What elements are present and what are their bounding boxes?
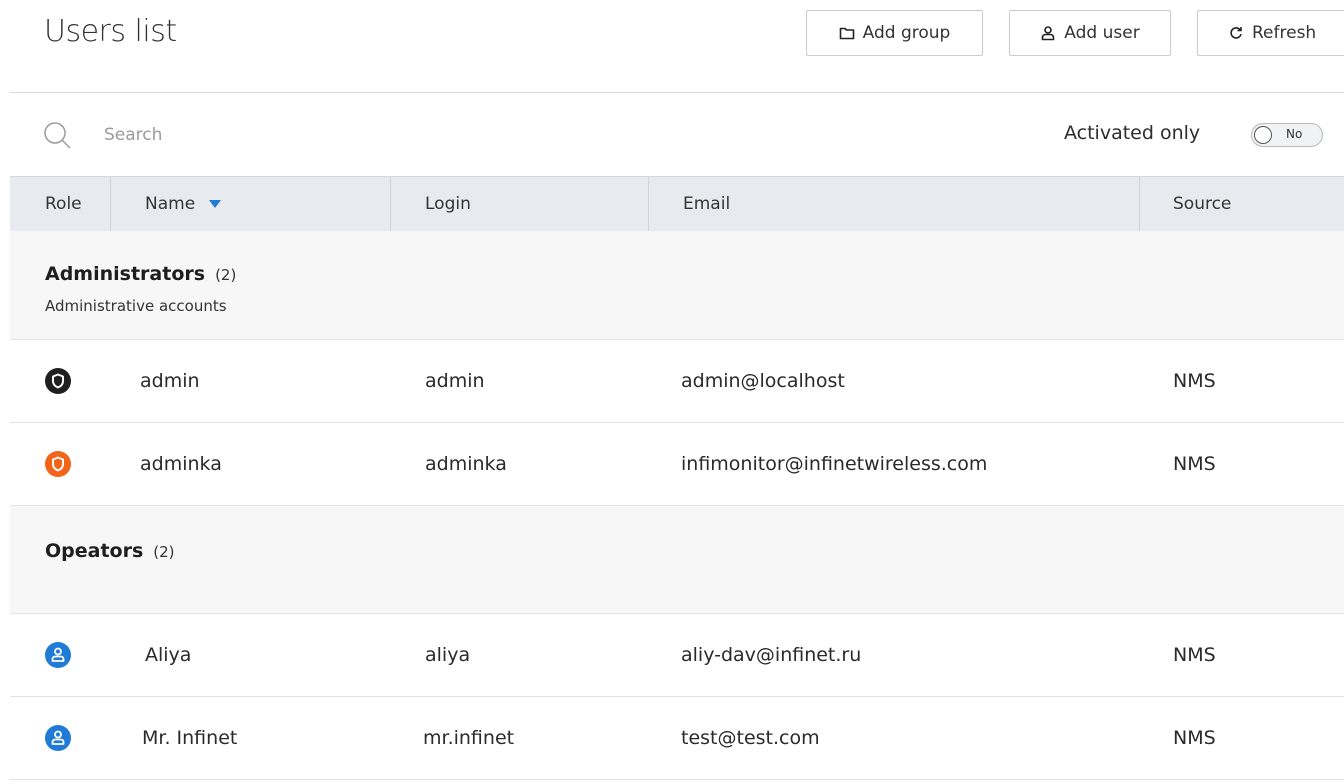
page-title: Users list: [44, 14, 177, 49]
user-email: test@test.com: [681, 727, 820, 749]
admin-shield-icon: [45, 368, 71, 394]
user-source: NMS: [1173, 370, 1216, 392]
header-divider: [10, 92, 1344, 93]
column-source[interactable]: Source: [1173, 177, 1231, 231]
column-divider: [390, 177, 391, 231]
toggle-knob: [1254, 126, 1272, 144]
group-name: Opeators: [45, 540, 144, 562]
refresh-icon: [1230, 27, 1242, 39]
column-divider: [110, 177, 111, 231]
operator-user-icon: [45, 642, 71, 668]
admin-shield-icon: [45, 451, 71, 477]
table-row[interactable]: Mr. Infinet mr.infinet test@test.com NMS: [10, 697, 1344, 780]
column-name-label: Name: [145, 194, 196, 214]
search-input[interactable]: [104, 118, 704, 152]
group-count: (2): [153, 543, 175, 561]
group-title: Opeators (2): [45, 540, 175, 562]
user-source: NMS: [1173, 453, 1216, 475]
refresh-button[interactable]: Refresh: [1197, 10, 1344, 56]
sort-down-icon: [208, 200, 221, 208]
table-row[interactable]: admin admin admin@localhost NMS: [10, 340, 1344, 423]
column-divider: [648, 177, 649, 231]
column-email[interactable]: Email: [683, 177, 730, 231]
user-email: infimonitor@infinetwireless.com: [681, 453, 988, 475]
user-email: aliy-dav@infinet.ru: [681, 644, 862, 666]
table-row[interactable]: adminka adminka infimonitor@infinetwirel…: [10, 423, 1344, 506]
group-row-operators[interactable]: Opeators (2): [10, 506, 1344, 614]
group-name: Administrators: [45, 263, 206, 285]
column-divider: [1139, 177, 1140, 231]
search-icon: [44, 122, 71, 149]
user-source: NMS: [1173, 644, 1216, 666]
user-name: adminka: [140, 453, 222, 475]
column-login[interactable]: Login: [425, 177, 471, 231]
refresh-label: Refresh: [1252, 23, 1317, 43]
user-email: admin@localhost: [681, 370, 845, 392]
add-user-button[interactable]: Add user: [1009, 10, 1171, 56]
user-icon: [1041, 26, 1055, 41]
table-header: Role Name Login Email Source: [10, 176, 1344, 231]
user-name: Aliya: [145, 644, 192, 666]
activated-only-label: Activated only: [1064, 122, 1201, 144]
user-login: admin: [425, 370, 485, 392]
user-name: admin: [140, 370, 200, 392]
column-role[interactable]: Role: [45, 177, 82, 231]
user-name: Mr. Infinet: [142, 727, 238, 749]
user-source: NMS: [1173, 727, 1216, 749]
toggle-value: No: [1286, 127, 1303, 141]
add-group-label: Add group: [862, 23, 951, 43]
column-name[interactable]: Name: [145, 177, 221, 231]
user-login: adminka: [425, 453, 507, 475]
user-login: aliya: [425, 644, 471, 666]
group-count: (2): [215, 266, 237, 284]
group-title: Administrators (2): [45, 263, 236, 285]
user-login: mr.infinet: [423, 727, 515, 749]
group-row-administrators[interactable]: Administrators (2) Administrative account…: [10, 231, 1344, 340]
operator-user-icon: [45, 725, 71, 751]
add-group-button[interactable]: Add group: [806, 10, 983, 56]
folder-icon: [839, 27, 854, 40]
add-user-label: Add user: [1064, 23, 1140, 43]
group-description: Administrative accounts: [45, 297, 227, 315]
activated-only-toggle[interactable]: No: [1251, 123, 1323, 147]
table-row[interactable]: Aliya aliya aliy-dav@infinet.ru NMS: [10, 614, 1344, 697]
